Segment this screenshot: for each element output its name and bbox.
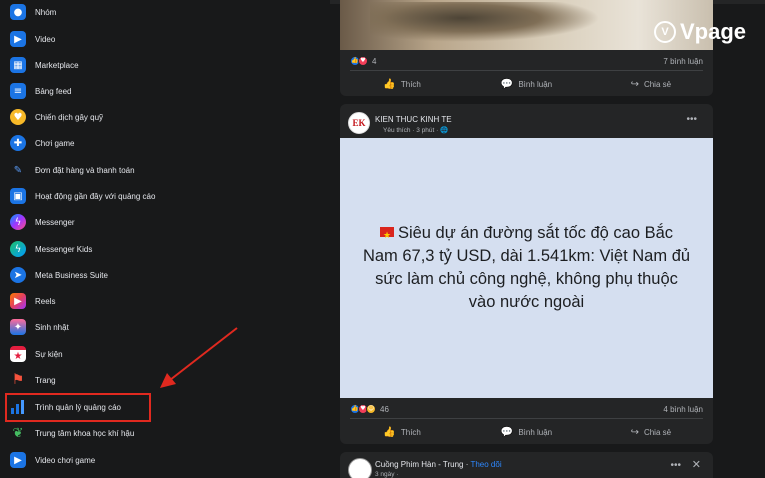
vpage-logo-icon: V (654, 21, 676, 43)
reaction-count: 4 (372, 56, 377, 66)
post-meta: 3 ngày · (375, 471, 399, 478)
post-author[interactable]: Cuồng Phim Hàn - Trung (375, 460, 464, 469)
reaction-summary[interactable]: 👍 ♥ 4 (350, 54, 376, 68)
page-avatar[interactable]: EK (348, 112, 370, 134)
comment-label: Bình luận (518, 79, 553, 89)
divider (350, 418, 703, 419)
comment-icon: 💬 (500, 78, 514, 90)
share-icon: ↪ (630, 78, 639, 90)
follow-link[interactable]: Theo dõi (470, 460, 501, 469)
post-image-text: Siêu dự án đường sắt tốc độ cao Bắc Nam … (362, 224, 691, 311)
comment-button[interactable]: 💬 Bình luận (464, 75, 588, 93)
share-label: Chia sẻ (643, 79, 672, 89)
reaction-count: 46 (380, 404, 389, 414)
vietnam-flag-icon (379, 225, 394, 248)
more-options-icon[interactable]: ••• (670, 460, 681, 471)
thumbs-up-icon: 👍 (383, 426, 396, 438)
share-icon: ↪ (630, 426, 639, 438)
like-button[interactable]: 👍 Thích (340, 75, 464, 93)
comment-count-link[interactable]: 4 bình luận (663, 405, 703, 414)
post-meta: Yêu thích · 3 phút · 🌐 (383, 126, 448, 134)
more-options-icon[interactable]: ••• (686, 114, 697, 125)
comment-count-link[interactable]: 7 bình luận (663, 57, 703, 66)
page-avatar[interactable] (348, 458, 372, 478)
post-author-line: Cuồng Phim Hàn - Trung · Theo dõi (375, 460, 502, 469)
post-author[interactable]: KIEN THUC KINH TE (375, 115, 452, 124)
post-header: EK KIEN THUC KINH TE Yêu thích · 3 phút … (348, 112, 705, 136)
thumbs-up-icon: 👍 (383, 78, 396, 90)
comment-label: Bình luận (518, 427, 553, 437)
share-label: Chia sẻ (643, 427, 672, 437)
globe-icon: 🌐 (440, 127, 449, 134)
love-reaction-icon: ♥ (358, 56, 368, 66)
share-button[interactable]: ↪ Chia sẻ (589, 75, 713, 93)
post-image[interactable]: Siêu dự án đường sắt tốc độ cao Bắc Nam … (340, 138, 713, 398)
watermark-text: Vpage (680, 19, 747, 44)
comment-button[interactable]: 💬 Bình luận (464, 423, 588, 441)
post-meta-text: Yêu thích · 3 phút · (383, 127, 439, 134)
vpage-watermark: V Vpage (654, 16, 746, 48)
divider (350, 70, 703, 71)
post-actions: 👍 Thích 💬 Bình luận ↪ Chia sẻ (340, 75, 713, 93)
reaction-summary[interactable]: 👍 ♥ ☺ 46 (350, 402, 389, 416)
like-button[interactable]: 👍 Thích (340, 423, 464, 441)
post-card: EK KIEN THUC KINH TE Yêu thích · 3 phút … (340, 104, 713, 444)
close-icon[interactable]: ✕ (692, 458, 701, 471)
like-label: Thích (400, 427, 421, 437)
comment-icon: 💬 (500, 426, 514, 438)
post-card: Cuồng Phim Hàn - Trung · Theo dõi 3 ngày… (340, 452, 713, 478)
like-label: Thích (400, 79, 421, 89)
share-button[interactable]: ↪ Chia sẻ (589, 423, 713, 441)
post-actions: 👍 Thích 💬 Bình luận ↪ Chia sẻ (340, 423, 713, 441)
post-card: 👍 ♥ 4 7 bình luận 👍 Thích 💬 Bình luận ↪ Chi… (340, 0, 713, 96)
wow-reaction-icon: ☺ (366, 404, 376, 414)
